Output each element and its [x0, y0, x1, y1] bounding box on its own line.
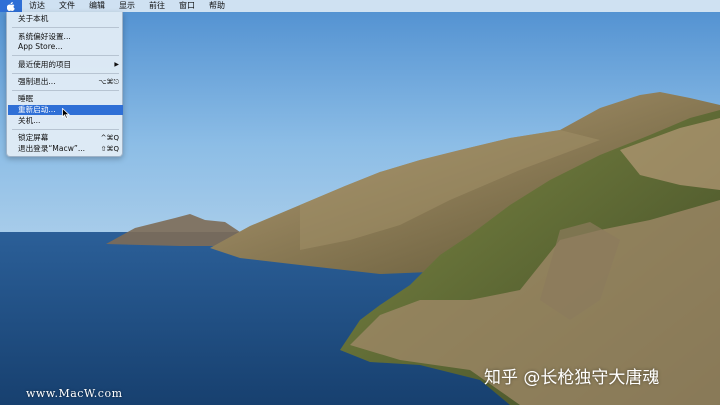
apple-menu-dropdown: 关于本机 系统偏好设置... App Store... 最近使用的项目 ▶ 强制… [6, 12, 123, 157]
menu-item-label: 关于本机 [18, 14, 49, 23]
menu-window[interactable]: 窗口 [172, 0, 202, 12]
watermark-macw: www.MacW.com [26, 387, 123, 400]
apple-icon [7, 1, 15, 11]
menu-item-label: App Store... [18, 42, 63, 51]
menu-item-label: 最近使用的项目 [18, 60, 72, 69]
menu-item-sleep[interactable]: 睡眠 [7, 94, 124, 104]
menu-item-about[interactable]: 关于本机 [7, 14, 124, 24]
menu-view[interactable]: 显示 [112, 0, 142, 12]
menu-separator [12, 55, 119, 56]
menu-item-label: 锁定屏幕 [18, 133, 49, 142]
submenu-arrow-icon: ▶ [114, 61, 119, 68]
menu-separator [12, 27, 119, 28]
menu-separator [12, 90, 119, 91]
menu-item-label: 睡眠 [18, 94, 34, 103]
apple-menu-button[interactable] [0, 0, 22, 12]
mouse-pointer-icon [62, 108, 70, 119]
menu-item-label: 强制退出... [18, 77, 56, 86]
menu-item-app-store[interactable]: App Store... [7, 42, 124, 52]
menu-item-recent-items[interactable]: 最近使用的项目 ▶ [7, 60, 124, 70]
shortcut-label: ^⌘Q [100, 134, 119, 142]
menu-item-system-preferences[interactable]: 系统偏好设置... [7, 32, 124, 42]
menu-help[interactable]: 帮助 [202, 0, 232, 12]
menu-item-lock-screen[interactable]: 锁定屏幕 ^⌘Q [7, 133, 124, 143]
menu-item-label: 重新启动... [18, 105, 56, 114]
menu-separator [12, 73, 119, 74]
menu-item-force-quit[interactable]: 强制退出... ⌥⌘⎋ [7, 77, 124, 87]
menu-item-label: 关机... [18, 116, 41, 125]
menu-go[interactable]: 前往 [142, 0, 172, 12]
menu-separator [12, 129, 119, 130]
menu-bar: 访达 文件 编辑 显示 前往 窗口 帮助 [0, 0, 720, 12]
watermark-zhihu: 知乎 @长枪独守大唐魂 [484, 368, 660, 388]
menu-item-label: 系统偏好设置... [18, 32, 71, 41]
shortcut-label: ⇧⌘Q [100, 145, 119, 153]
shortcut-label: ⌥⌘⎋ [98, 78, 119, 86]
menu-finder[interactable]: 访达 [22, 0, 52, 12]
menu-item-log-out[interactable]: 退出登录“Macw”... ⇧⌘Q [7, 144, 124, 154]
menu-edit[interactable]: 编辑 [82, 0, 112, 12]
menu-file[interactable]: 文件 [52, 0, 82, 12]
menu-item-label: 退出登录“Macw”... [18, 144, 86, 153]
